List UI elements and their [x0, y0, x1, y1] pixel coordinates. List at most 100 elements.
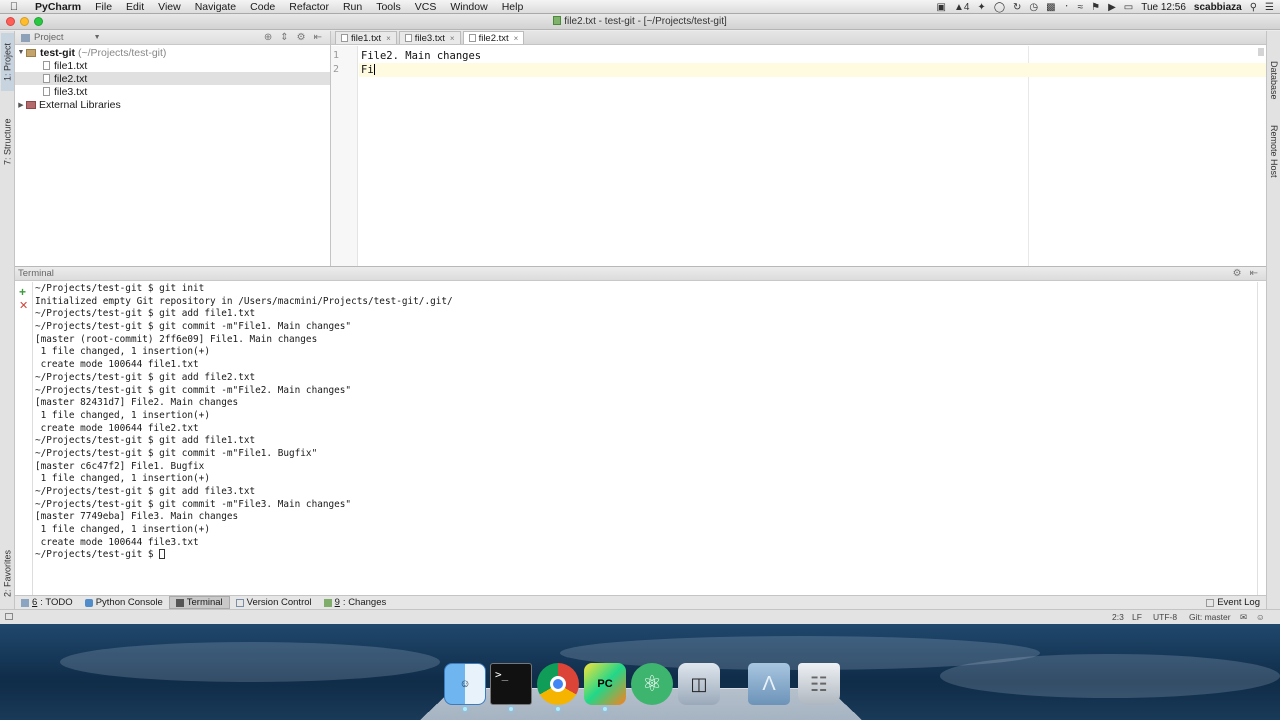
- menu-run[interactable]: Run: [336, 1, 369, 13]
- preview-icon[interactable]: ◫: [678, 663, 720, 705]
- terminal-line: ~/Projects/test-git $ git add file1.txt: [35, 308, 256, 320]
- tree-file-file1[interactable]: file1.txt: [15, 59, 330, 72]
- close-tab-icon[interactable]: ×: [514, 34, 519, 43]
- applications-folder-icon[interactable]: Λ: [748, 663, 790, 705]
- window-title-wrap: file2.txt - test-git - [~/Projects/test-…: [0, 16, 1280, 27]
- sync-icon[interactable]: ⊕: [264, 32, 272, 43]
- external-libraries-label: External Libraries: [39, 98, 121, 111]
- tree-file-file2[interactable]: file2.txt: [15, 72, 330, 85]
- running-indicator: [463, 707, 467, 711]
- flag-icon[interactable]: ⚑: [1091, 2, 1100, 13]
- terminal-header: Terminal ⚙ ⇤: [15, 267, 1266, 281]
- notification-center-icon[interactable]: ☰: [1265, 2, 1274, 13]
- menu-navigate[interactable]: Navigate: [188, 1, 243, 13]
- project-view-selector[interactable]: Project: [34, 32, 64, 43]
- adobe-icon[interactable]: ▲4: [954, 2, 969, 13]
- terminal-icon: [175, 598, 184, 607]
- close-tab-icon[interactable]: ×: [450, 34, 455, 43]
- lock-icon[interactable]: ✉: [1240, 612, 1247, 623]
- event-log-label: Event Log: [1217, 597, 1260, 608]
- chevron-down-icon[interactable]: ▼: [16, 49, 26, 56]
- terminal-line: create mode 100644 file2.txt: [35, 422, 199, 434]
- volume-icon[interactable]: ▶: [1108, 2, 1116, 13]
- bird-icon[interactable]: ✦: [977, 2, 985, 13]
- tab-project-tool[interactable]: 1: Project: [1, 33, 14, 91]
- terminal-icon[interactable]: >_: [490, 663, 532, 705]
- chrome-icon[interactable]: [537, 663, 579, 705]
- file-name: file2.txt: [54, 72, 88, 85]
- bluetooth-icon[interactable]: ᛫: [1064, 2, 1070, 13]
- menu-refactor[interactable]: Refactor: [282, 1, 336, 13]
- sync-icon[interactable]: ↻: [1013, 2, 1021, 13]
- apple-menu-icon[interactable]: : [0, 1, 28, 13]
- editor-scroll-marker[interactable]: [1258, 48, 1264, 56]
- wifi-icon[interactable]: ≈: [1078, 2, 1084, 13]
- toggle-tool-buttons-icon[interactable]: [5, 613, 13, 620]
- changes-tool-button[interactable]: 9: Changes: [318, 596, 393, 609]
- code-line-current[interactable]: Fi: [359, 63, 1266, 77]
- hide-icon[interactable]: ⇤: [314, 32, 322, 43]
- file-encoding[interactable]: UTF-8: [1153, 612, 1177, 622]
- terminal-tool-button[interactable]: Terminal: [168, 596, 230, 609]
- atom-icon[interactable]: ⚛: [631, 663, 673, 705]
- close-tab-icon[interactable]: ×: [386, 34, 391, 43]
- menu-help[interactable]: Help: [495, 1, 531, 13]
- spotlight-icon[interactable]: ⚲: [1250, 2, 1257, 13]
- tree-root[interactable]: ▼ test-git (~/Projects/test-git): [15, 46, 330, 59]
- terminal-scrollbar[interactable]: [1257, 282, 1266, 595]
- tab-remote-host-tool[interactable]: Remote Host: [1268, 125, 1280, 181]
- chrome-center-icon: [550, 676, 566, 692]
- tab-file3[interactable]: file3.txt ×: [398, 31, 461, 44]
- trash-icon[interactable]: ☷: [798, 663, 840, 705]
- gear-icon[interactable]: ⚙: [1233, 268, 1242, 279]
- display-icon[interactable]: ▩: [1046, 2, 1055, 13]
- event-log-tool-button[interactable]: Event Log: [1200, 596, 1266, 609]
- line-separator[interactable]: LF: [1132, 612, 1142, 622]
- code-line[interactable]: File2. Main changes: [361, 49, 481, 63]
- tab-favorites-tool[interactable]: 2: Favorites: [1, 541, 14, 605]
- folder-icon: [26, 48, 36, 57]
- python-console-tool-button[interactable]: Python Console: [79, 596, 169, 609]
- menu-app-name[interactable]: PyCharm: [28, 1, 88, 13]
- menu-edit[interactable]: Edit: [119, 1, 151, 13]
- camera-icon[interactable]: ▣: [937, 2, 946, 13]
- tree-file-file3[interactable]: file3.txt: [15, 85, 330, 98]
- chevron-down-icon[interactable]: ▼: [94, 34, 101, 41]
- structure-tool-label: 7: Structure: [2, 118, 13, 166]
- vcs-branch[interactable]: Git: master: [1189, 612, 1231, 622]
- menu-tools[interactable]: Tools: [369, 1, 408, 13]
- chevron-right-icon[interactable]: ▶: [16, 101, 26, 109]
- terminal-output[interactable]: ~/Projects/test-git $ git init Initializ…: [35, 283, 1256, 595]
- inspector-icon[interactable]: ☺: [1256, 612, 1265, 622]
- tab-file2[interactable]: file2.txt ×: [462, 31, 525, 44]
- menu-file[interactable]: File: [88, 1, 119, 13]
- time-machine-icon[interactable]: ◷: [1029, 2, 1038, 13]
- hide-icon[interactable]: ⇤: [1250, 268, 1258, 279]
- version-control-tool-button[interactable]: Version Control: [230, 596, 318, 609]
- finder-icon[interactable]: ☺: [444, 663, 486, 705]
- user-menu[interactable]: scabbiaza: [1194, 2, 1242, 13]
- menu-vcs[interactable]: VCS: [408, 1, 444, 13]
- menu-extras: ▣ ▲4 ✦ ◯ ↻ ◷ ▩ ᛫ ≈ ⚑ ▶ ▭ Tue 12:56 scabb…: [937, 0, 1275, 14]
- code-area[interactable]: 1 2 File2. Main changes Fi: [331, 46, 1266, 280]
- caret-position[interactable]: 2:3: [1112, 612, 1124, 622]
- new-session-icon[interactable]: +: [19, 285, 26, 299]
- collapse-icon[interactable]: ⇕: [280, 32, 288, 43]
- close-session-icon[interactable]: ✕: [19, 299, 28, 312]
- tab-file1[interactable]: file1.txt ×: [335, 31, 397, 44]
- todo-tool-button[interactable]: 6: TODO: [15, 596, 79, 609]
- headphones-icon[interactable]: ◯: [994, 2, 1005, 13]
- title-bar: file2.txt - test-git - [~/Projects/test-…: [0, 14, 1280, 30]
- menu-window[interactable]: Window: [443, 1, 494, 13]
- tree-external-libraries[interactable]: ▶ External Libraries: [15, 98, 330, 111]
- tab-database-tool[interactable]: Database: [1268, 61, 1280, 107]
- terminal-prompt-line[interactable]: ~/Projects/test-git $: [35, 549, 1256, 562]
- tab-structure-tool[interactable]: 7: Structure: [1, 111, 14, 173]
- gear-icon[interactable]: ⚙: [297, 32, 306, 43]
- clock[interactable]: Tue 12:56: [1141, 2, 1186, 13]
- menu-code[interactable]: Code: [243, 1, 282, 13]
- menu-view[interactable]: View: [151, 1, 188, 13]
- battery-icon[interactable]: ▭: [1124, 2, 1133, 13]
- terminal-line: Initialized empty Git repository in /Use…: [35, 295, 453, 307]
- pycharm-icon[interactable]: PC: [584, 663, 626, 705]
